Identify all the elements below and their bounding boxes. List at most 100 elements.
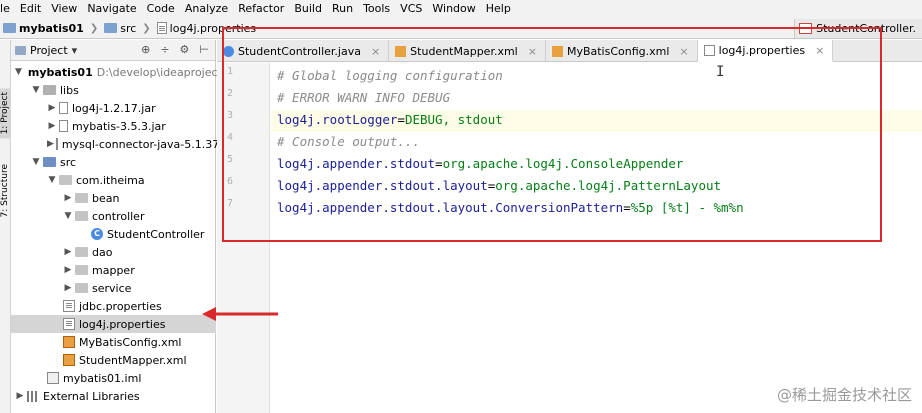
tree-item-log4j-properties[interactable]: log4j.properties: [11, 315, 216, 333]
tab-label: StudentMapper.xml: [410, 44, 518, 58]
property-key: log4j.appender.stdout.layout: [277, 178, 488, 193]
close-icon[interactable]: ×: [528, 45, 537, 58]
property-value: DEBUG, stdout: [404, 112, 503, 127]
chevron-right-icon[interactable]: ▶: [15, 391, 25, 401]
settings-gear-icon[interactable]: ⚙: [180, 43, 190, 56]
project-view-selector[interactable]: Project: [30, 44, 68, 57]
property-value: %5p [%t] - %m%n: [630, 200, 744, 215]
src-folder-icon: [104, 23, 118, 33]
menu-bar: ile Edit View Navigate Code Analyze Refa…: [0, 0, 922, 18]
tree-item-mysql-jar[interactable]: ▶ mysql-connector-java-5.1.37: [11, 135, 219, 153]
chevron-down-icon[interactable]: ▼: [31, 85, 41, 95]
breadcrumb: mybatis01 ❯ src ❯ log4j.properties: [0, 22, 256, 35]
text-cursor-icon: I: [716, 64, 725, 80]
property-key: log4j.rootLogger: [277, 112, 398, 127]
equals-sign: =: [623, 200, 631, 215]
tree-item-external-libraries[interactable]: ▶ External Libraries: [11, 387, 216, 405]
collapse-all-icon[interactable]: ÷: [160, 43, 169, 56]
tree-item-label: jdbc.properties: [79, 299, 162, 313]
line-number: 2: [226, 88, 233, 99]
chevron-down-icon[interactable]: ▼: [31, 157, 41, 167]
chevron-right-icon[interactable]: ▶: [47, 121, 57, 131]
tree-item-label: log4j.properties: [79, 317, 166, 331]
code-editor[interactable]: # Global logging configuration # ERROR W…: [271, 63, 922, 413]
menu-file[interactable]: ile: [0, 0, 15, 18]
chevron-right-icon[interactable]: ▶: [63, 265, 73, 275]
chevron-right-icon[interactable]: ▶: [63, 247, 73, 257]
close-icon[interactable]: ×: [371, 45, 380, 58]
menu-window[interactable]: Window: [427, 0, 480, 18]
breadcrumb-file[interactable]: log4j.properties: [170, 22, 256, 35]
tree-item-mybatis-config[interactable]: MyBatisConfig.xml: [11, 333, 216, 351]
tree-item-libs[interactable]: ▼ libs: [11, 81, 216, 99]
menu-view[interactable]: View: [46, 0, 82, 18]
tree-item-controller[interactable]: ▼ controller: [11, 207, 216, 225]
menu-code[interactable]: Code: [142, 0, 180, 18]
comment-text: # Console output...: [277, 134, 420, 149]
tree-item-com-itheima[interactable]: ▼ com.itheima: [11, 171, 216, 189]
tree-item-student-mapper[interactable]: StudentMapper.xml: [11, 351, 216, 369]
breadcrumb-folder[interactable]: src: [120, 22, 136, 35]
tree-item-iml[interactable]: mybatis01.iml: [11, 369, 216, 387]
tab-student-controller[interactable]: StudentController.java ×: [217, 40, 390, 62]
properties-file-icon: [156, 22, 167, 34]
hide-panel-icon[interactable]: ⊢: [199, 43, 209, 56]
menu-run[interactable]: Run: [327, 0, 358, 18]
tree-item-label: StudentController: [107, 227, 205, 241]
project-tool-tab[interactable]: 1: Project: [0, 88, 11, 139]
tree-item-student-controller[interactable]: C StudentController: [11, 225, 216, 243]
tab-mybatis-config[interactable]: MyBatisConfig.xml ×: [546, 40, 698, 62]
chevron-right-icon[interactable]: ▶: [47, 103, 57, 113]
equals-sign: =: [435, 156, 443, 171]
structure-tool-tab[interactable]: 7: Structure: [0, 160, 11, 222]
tab-label: MyBatisConfig.xml: [566, 44, 670, 58]
chevron-down-icon[interactable]: ▼: [47, 175, 57, 185]
menu-help[interactable]: Help: [481, 0, 516, 18]
tab-log4j-properties[interactable]: log4j.properties ×: [697, 40, 834, 62]
menu-vcs[interactable]: VCS: [395, 0, 427, 18]
menu-navigate[interactable]: Navigate: [82, 0, 141, 18]
menu-tools[interactable]: Tools: [358, 0, 395, 18]
breadcrumb-project[interactable]: mybatis01: [19, 22, 84, 35]
chevron-right-icon[interactable]: ▶: [63, 193, 73, 203]
chevron-right-icon[interactable]: ▶: [63, 283, 73, 293]
comment-text: # ERROR WARN INFO DEBUG: [277, 90, 451, 105]
tree-item-mybatis-jar[interactable]: ▶ mybatis-3.5.3.jar: [11, 117, 216, 135]
tree-item-label: mapper: [92, 263, 135, 277]
tree-item-label: External Libraries: [43, 389, 140, 403]
locate-file-icon[interactable]: ⊕: [141, 43, 150, 56]
tree-item-bean[interactable]: ▶ bean: [11, 189, 216, 207]
tree-item-mapper[interactable]: ▶ mapper: [11, 261, 216, 279]
tab-student-mapper[interactable]: StudentMapper.xml ×: [389, 40, 546, 62]
tree-item-label: StudentMapper.xml: [79, 353, 187, 367]
menu-refactor[interactable]: Refactor: [233, 0, 289, 18]
chevron-down-icon[interactable]: ▾: [72, 44, 78, 57]
tree-item-dao[interactable]: ▶ dao: [11, 243, 216, 261]
java-class-icon: [799, 23, 813, 34]
tab-label: log4j.properties: [718, 43, 806, 57]
package-icon: [75, 265, 88, 275]
tree-item-src[interactable]: ▼ src: [11, 153, 216, 171]
tree-item-project-root[interactable]: ▼ mybatis01 D:\develop\ideaproject: [11, 63, 222, 81]
package-icon: [59, 175, 72, 185]
tree-item-log4j-jar[interactable]: ▶ log4j-1.2.17.jar: [11, 99, 216, 117]
chevron-down-icon[interactable]: ▼: [63, 211, 73, 221]
tree-item-label: MyBatisConfig.xml: [79, 335, 182, 349]
tree-item-service[interactable]: ▶ service: [11, 279, 216, 297]
properties-file-icon: [63, 318, 75, 330]
menu-build[interactable]: Build: [289, 0, 327, 18]
tree-item-jdbc-properties[interactable]: jdbc.properties: [11, 297, 216, 315]
chevron-right-icon[interactable]: ▶: [47, 139, 54, 149]
close-icon[interactable]: ×: [679, 45, 688, 58]
class-icon: C: [91, 228, 103, 240]
code-line-1: # Global logging configuration: [277, 65, 503, 87]
menu-analyze[interactable]: Analyze: [180, 0, 233, 18]
editor-tabs: StudentController.java × StudentMapper.x…: [217, 40, 922, 62]
run-configuration-selector[interactable]: StudentController.: [794, 19, 922, 38]
tab-label: StudentController.java: [238, 44, 361, 58]
chevron-down-icon[interactable]: ▼: [15, 67, 22, 77]
close-icon[interactable]: ×: [815, 44, 824, 57]
menu-edit[interactable]: Edit: [15, 0, 46, 18]
module-file-icon: [47, 372, 59, 384]
comment-text: # Global logging configuration: [277, 68, 503, 83]
